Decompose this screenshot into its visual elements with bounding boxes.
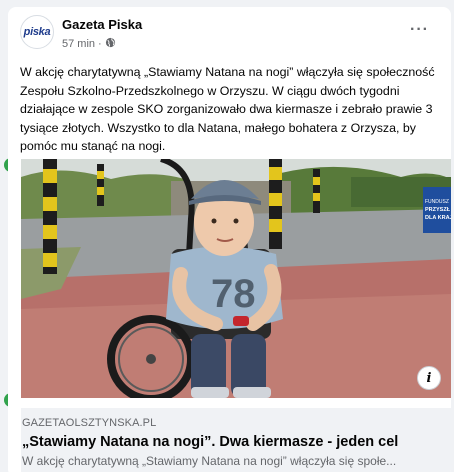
svg-text:DLA KRAJU: DLA KRAJU <box>425 215 451 221</box>
meta-separator: · <box>98 38 102 50</box>
avatar-logo-text: piska <box>23 26 51 38</box>
page-avatar[interactable]: piska <box>20 15 54 49</box>
globe-icon <box>105 37 116 51</box>
post-meta: 57 min · <box>62 37 116 51</box>
link-preview[interactable]: GAZETAOLSZTYNSKA.PL „Stawiamy Natana na … <box>21 408 451 472</box>
page-name-link[interactable]: Gazeta Piska <box>62 17 142 32</box>
link-description: W akcję charytatywną „Stawiamy Natana na… <box>22 454 397 468</box>
post-text: W akcję charytatywną „Stawiamy Natana na… <box>20 65 435 153</box>
more-options-icon[interactable]: ··· <box>410 21 429 39</box>
post-header: piska Gazeta Piska 57 min · ··· <box>8 7 451 61</box>
photo-illustration: FUNDUSZ PRZYSZŁ DLA KRAJU 78 <box>21 159 451 398</box>
post-card: piska Gazeta Piska 57 min · ··· W akcję … <box>8 7 451 472</box>
info-icon[interactable]: i <box>417 366 441 390</box>
link-title[interactable]: „Stawiamy Natana na nogi”. Dwa kiermasze… <box>22 434 451 450</box>
post-photo[interactable]: FUNDUSZ PRZYSZŁ DLA KRAJU 78 <box>21 159 451 398</box>
post-time[interactable]: 57 min <box>62 38 95 50</box>
svg-text:78: 78 <box>211 272 256 316</box>
link-domain: GAZETAOLSZTYNSKA.PL <box>22 417 157 429</box>
svg-text:PRZYSZŁ: PRZYSZŁ <box>425 207 451 213</box>
svg-text:FUNDUSZ: FUNDUSZ <box>425 199 449 205</box>
